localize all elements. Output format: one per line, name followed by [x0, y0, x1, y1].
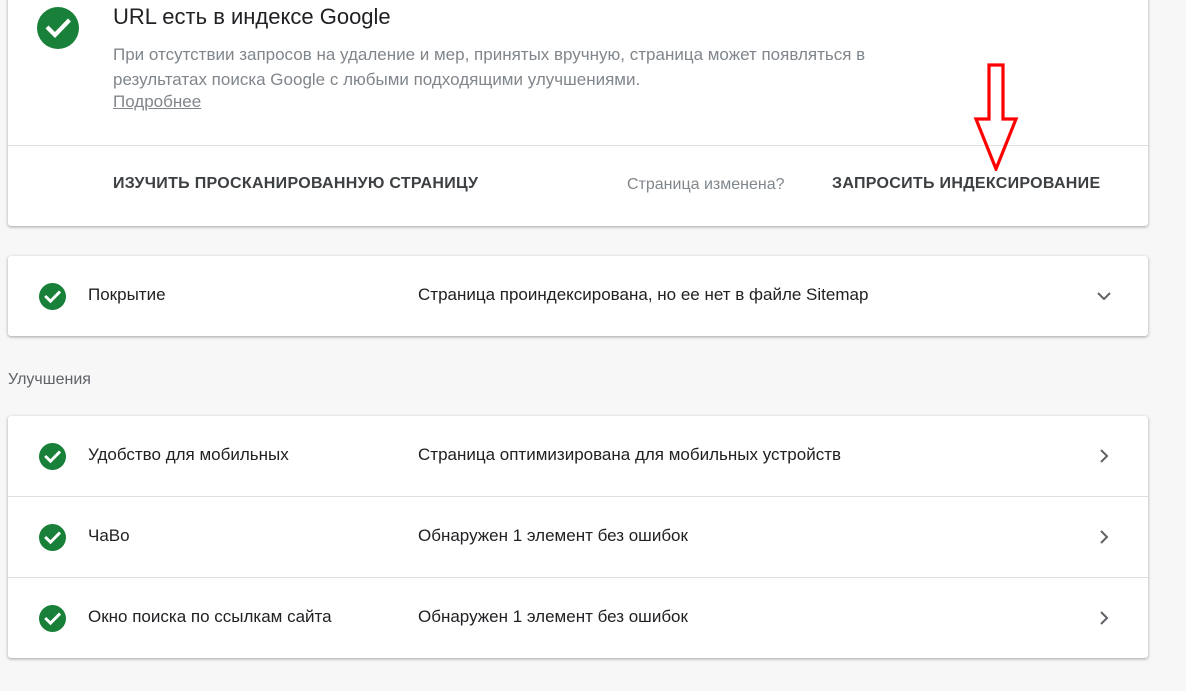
enhancement-row-mobile-usability[interactable]: Удобство для мобильных Страница оптимизи…	[8, 416, 1148, 496]
check-circle-icon	[37, 7, 79, 49]
enhancement-row-faq[interactable]: ЧаВо Обнаружен 1 элемент без ошибок	[8, 497, 1148, 577]
enhancement-status: Обнаружен 1 элемент без ошибок	[418, 526, 688, 545]
inspect-crawled-page-button[interactable]: ИЗУЧИТЬ ПРОСКАНИРОВАННУЮ СТРАНИЦУ	[113, 175, 478, 193]
index-status-description: При отсутствии запросов на удаление и ме…	[113, 45, 866, 89]
check-circle-icon	[39, 524, 66, 551]
coverage-status: Страница проиндексирована, но ее нет в ф…	[418, 285, 869, 304]
enhancement-name: Окно поиска по ссылкам сайта	[88, 607, 332, 626]
enhancement-row-sitelinks-searchbox[interactable]: Окно поиска по ссылкам сайта Обнаружен 1…	[8, 578, 1148, 658]
annotation-arrow-down-icon	[973, 63, 1019, 171]
chevron-right-icon[interactable]	[1094, 608, 1114, 628]
chevron-right-icon[interactable]	[1094, 527, 1114, 547]
check-circle-icon	[39, 605, 66, 632]
enhancement-name: Удобство для мобильных	[88, 445, 289, 464]
index-status-title: URL есть в индексе Google	[113, 4, 391, 29]
enhancement-status: Страница оптимизирована для мобильных ус…	[418, 445, 842, 464]
check-circle-icon	[39, 443, 66, 470]
coverage-card[interactable]: Покрытие Страница проиндексирована, но е…	[8, 256, 1148, 336]
learn-more-link[interactable]: Подробнее	[113, 92, 201, 112]
check-circle-icon	[39, 283, 66, 310]
enhancement-status: Обнаружен 1 элемент без ошибок	[418, 607, 688, 626]
page-changed-label: Страница изменена?	[627, 176, 785, 193]
enhancement-name: ЧаВо	[88, 526, 130, 545]
chevron-right-icon[interactable]	[1094, 446, 1114, 466]
enhancements-heading: Улучшения	[8, 371, 91, 388]
request-indexing-button[interactable]: ЗАПРОСИТЬ ИНДЕКСИРОВАНИЕ	[832, 175, 1100, 193]
coverage-row[interactable]: Покрытие Страница проиндексирована, но е…	[8, 256, 1148, 336]
chevron-down-icon[interactable]	[1094, 286, 1114, 306]
coverage-label: Покрытие	[88, 285, 166, 304]
enhancements-card: Удобство для мобильных Страница оптимизи…	[8, 416, 1148, 658]
